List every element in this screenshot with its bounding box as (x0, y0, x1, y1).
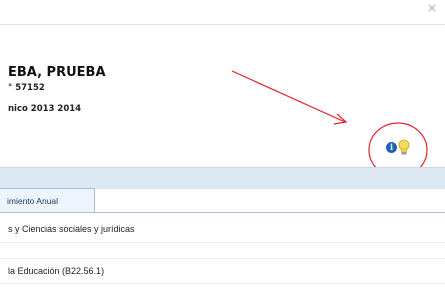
list-item: s y Ciencias sociales y jurídicas (8, 224, 135, 234)
tab-seguimiento-anual[interactable]: imiento Anual (0, 188, 95, 213)
row-divider (0, 242, 445, 243)
toolbar-band (0, 167, 445, 189)
tab-label: imiento Anual (7, 196, 59, 206)
row-divider (0, 283, 445, 284)
lightbulb-icon[interactable] (398, 139, 410, 156)
annotation-arrow-line (231, 70, 346, 123)
list-item: la Educación (B22.56.1) (8, 266, 105, 276)
tab-underline (0, 212, 445, 213)
annotation-arrowhead (333, 113, 348, 125)
row-divider (0, 258, 445, 259)
info-icon[interactable]: i (386, 142, 397, 153)
annotation-overlay (231, 70, 428, 178)
